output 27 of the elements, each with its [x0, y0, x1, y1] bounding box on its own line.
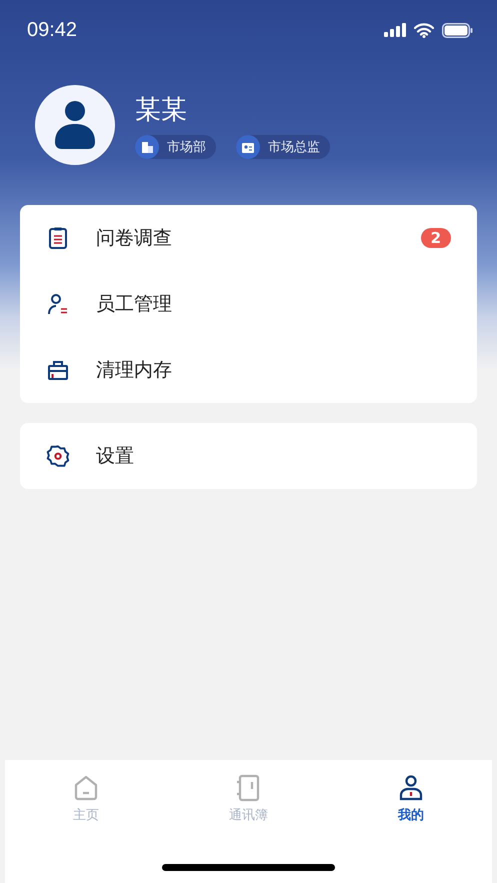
menu-item[interactable]: 问卷调查 2: [20, 205, 477, 271]
id-card-icon: [236, 134, 260, 158]
menu-label: 员工管理: [96, 292, 173, 317]
menu-item[interactable]: 清理内存: [20, 337, 477, 403]
status-time: 09:42: [27, 18, 78, 42]
tab-label: 我的: [398, 807, 424, 824]
menu-item[interactable]: 员工管理: [20, 271, 477, 337]
tab-label: 主页: [73, 807, 100, 824]
menu-label: 清理内存: [96, 358, 173, 383]
person-icon: [46, 292, 70, 316]
menu-item[interactable]: 设置: [20, 423, 477, 489]
count-badge: 2: [420, 228, 451, 248]
wifi-icon: [414, 22, 434, 38]
signal-icon: [384, 23, 406, 37]
tag-label: 市场总监: [268, 138, 320, 156]
tag-label: 市场部: [167, 138, 206, 156]
user-name: 某某: [135, 94, 188, 126]
building-icon: [135, 134, 159, 158]
tab-item[interactable]: 我的: [330, 774, 492, 824]
menu-label: 问卷调查: [96, 226, 173, 251]
settings-icon: [46, 444, 70, 468]
person-icon: [54, 100, 96, 150]
clipboard-icon: [46, 226, 70, 250]
menu-label: 设置: [96, 444, 135, 469]
battery-icon: [442, 22, 473, 38]
tab-label: 通讯簿: [228, 807, 268, 824]
box-icon: [46, 358, 70, 382]
